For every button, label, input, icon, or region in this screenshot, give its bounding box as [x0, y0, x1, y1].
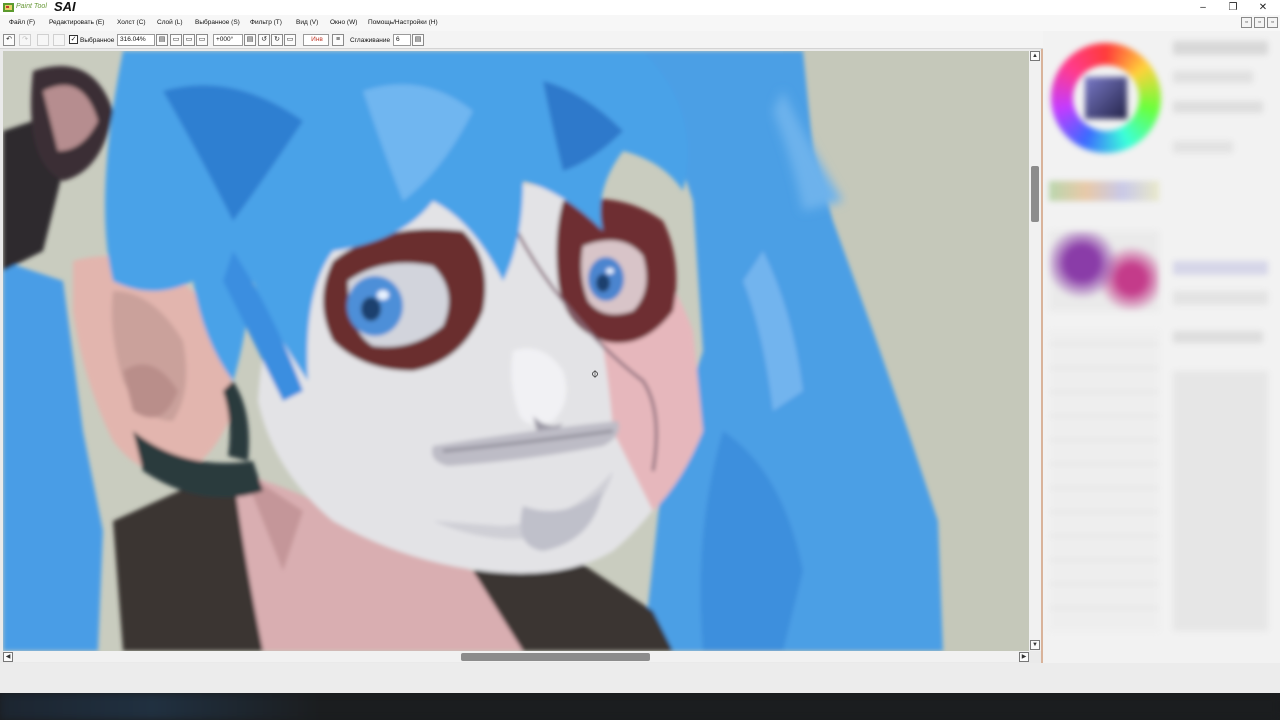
smoothing-dropdown-button[interactable]: ▤	[412, 34, 424, 46]
canvas-toolbar: ↶ ↷ ✓ Выбранное 316.04% ▤ ▭ ▭ ▭ +000° ▤ …	[0, 31, 1043, 49]
panel-blur-layer	[1043, 31, 1280, 663]
rotation-dropdown-button[interactable]: ▤	[244, 34, 256, 46]
app-title: SAI	[54, 0, 76, 14]
undo-button[interactable]: ↶	[3, 34, 15, 46]
zoom-in-icon: ▭	[185, 36, 193, 43]
selection-checkbox[interactable]: ✓	[69, 35, 78, 44]
scroll-right-button[interactable]: ▶	[1019, 652, 1029, 662]
invert-view-button[interactable]: Инв	[303, 34, 329, 46]
scroll-right-icon: ▶	[1021, 654, 1027, 660]
zoom-dropdown-button[interactable]: ▤	[156, 34, 168, 46]
minimize-button[interactable]: –	[1188, 0, 1218, 15]
close-icon: ✕	[1258, 2, 1268, 13]
zoom-reset-button[interactable]: ▭	[196, 34, 208, 46]
rotation-dropdown-icon: ▤	[246, 36, 254, 43]
smoothing-dropdown-icon: ▤	[414, 36, 422, 43]
scroll-up-icon: ▲	[1032, 53, 1038, 59]
rotate-left-button[interactable]: ↺	[258, 34, 270, 46]
color-square[interactable]	[1085, 77, 1127, 119]
deselect-button[interactable]	[37, 34, 49, 46]
redo-button[interactable]: ↷	[19, 34, 31, 46]
artwork-illustration	[3, 51, 1029, 651]
menu-help[interactable]: Помощь/Настройки (H)	[368, 18, 438, 28]
brush-preview	[1049, 231, 1159, 311]
app-logo-icon	[3, 3, 14, 12]
maximize-icon: ❐	[1228, 2, 1238, 13]
rotate-left-icon: ↺	[261, 36, 267, 43]
layer-list[interactable]	[1173, 371, 1268, 631]
scroll-up-button[interactable]: ▲	[1030, 51, 1040, 61]
app-brand: Paint Tool	[16, 3, 47, 10]
maximize-button[interactable]: ❐	[1218, 0, 1248, 15]
minimize-icon: –	[1200, 2, 1206, 13]
scroll-down-icon: ▼	[1032, 642, 1038, 648]
menu-selection[interactable]: Выбранное (S)	[195, 18, 240, 28]
mdi-close-button[interactable]: ▫	[1267, 17, 1278, 28]
taskbar-blur	[0, 693, 1280, 720]
zoom-out-icon: ▭	[172, 36, 180, 43]
mdi-restore-icon: ▫	[1258, 19, 1261, 26]
undo-icon: ↶	[6, 36, 12, 43]
layer-panel-row-1[interactable]	[1173, 261, 1268, 275]
taskbar	[0, 693, 1280, 720]
app-window: Paint Tool SAI – ❐ ✕ Файл (F) Редактиров…	[0, 0, 1280, 720]
right-tool-panel	[1043, 31, 1280, 663]
menu-view[interactable]: Вид (V)	[296, 18, 318, 28]
status-area	[0, 663, 1280, 693]
zoom-field[interactable]: 316.04%	[117, 34, 155, 46]
drawing-canvas[interactable]	[3, 51, 1029, 651]
layer-panel-row-3[interactable]	[1173, 331, 1263, 343]
rotate-right-button[interactable]: ↻	[271, 34, 283, 46]
invert-selection-button[interactable]	[53, 34, 65, 46]
redo-icon: ↷	[22, 36, 28, 43]
scroll-left-button[interactable]: ◀	[3, 652, 13, 662]
layer-panel-row-2[interactable]	[1173, 291, 1268, 305]
mdi-close-icon: ▫	[1271, 19, 1274, 26]
brush-cursor-icon	[592, 370, 598, 378]
stabilizer-menu-icon: ≡	[335, 36, 341, 43]
selection-label: Выбранное	[80, 37, 115, 44]
menu-bar: Файл (F) Редактировать (E) Холст (C) Сло…	[0, 15, 1280, 31]
smoothing-label: Сглаживание	[350, 37, 391, 44]
menu-window[interactable]: Окно (W)	[330, 18, 357, 28]
smoothing-field[interactable]: 6	[393, 34, 411, 46]
menu-canvas[interactable]: Холст (C)	[117, 18, 146, 28]
panel-slider-3[interactable]	[1173, 101, 1263, 113]
mdi-minimize-button[interactable]: ▫	[1241, 17, 1252, 28]
horizontal-scroll-thumb[interactable]	[461, 653, 650, 661]
panel-slider-1[interactable]	[1173, 41, 1268, 55]
panel-slider-4[interactable]	[1173, 141, 1233, 153]
scroll-left-icon: ◀	[5, 654, 11, 660]
mdi-minimize-icon: ▫	[1245, 19, 1248, 26]
rotation-reset-button[interactable]: ▭	[284, 34, 296, 46]
zoom-in-button[interactable]: ▭	[183, 34, 195, 46]
rotate-right-icon: ↻	[274, 36, 280, 43]
canvas-area: ▲ ▼ ◀ ▶	[0, 49, 1043, 663]
menu-edit[interactable]: Редактировать (E)	[49, 18, 104, 28]
vertical-scrollbar[interactable]: ▲ ▼	[1029, 51, 1041, 651]
mdi-restore-button[interactable]: ▫	[1254, 17, 1265, 28]
vertical-scroll-thumb[interactable]	[1031, 166, 1039, 222]
menu-filter[interactable]: Фильтр (T)	[250, 18, 282, 28]
menu-layer[interactable]: Слой (L)	[157, 18, 183, 28]
menu-file[interactable]: Файл (F)	[9, 18, 35, 28]
zoom-out-button[interactable]: ▭	[170, 34, 182, 46]
title-bar: Paint Tool SAI – ❐ ✕	[0, 0, 1280, 15]
zoom-reset-icon: ▭	[198, 36, 206, 43]
scroll-down-button[interactable]: ▼	[1030, 640, 1040, 650]
close-button[interactable]: ✕	[1248, 0, 1278, 15]
panel-slider-2[interactable]	[1173, 71, 1253, 83]
rotation-reset-icon: ▭	[286, 36, 294, 43]
stabilizer-menu-button[interactable]: ≡	[332, 34, 344, 46]
horizontal-scrollbar[interactable]: ◀ ▶	[3, 651, 1029, 662]
rotation-field[interactable]: +000°	[213, 34, 243, 46]
tool-grid[interactable]	[1049, 331, 1159, 631]
zoom-dropdown-icon: ▤	[158, 36, 166, 43]
color-palette-swatches[interactable]	[1049, 181, 1159, 201]
